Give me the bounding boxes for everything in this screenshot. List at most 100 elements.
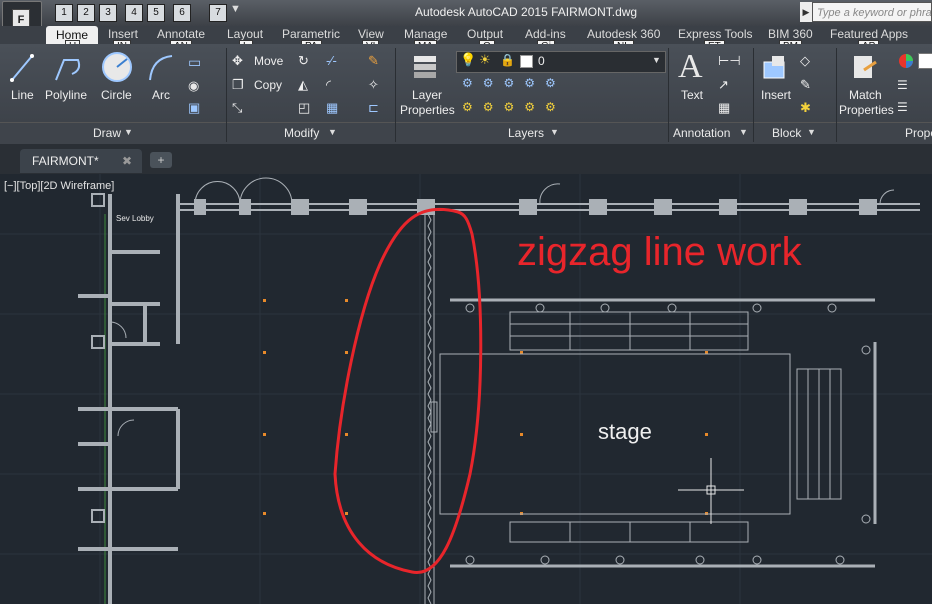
panel-separator xyxy=(836,48,837,142)
move-icon: ✥ xyxy=(232,53,243,68)
close-tab-icon[interactable]: ✖ xyxy=(122,149,132,173)
match-properties-label-2[interactable]: Properties xyxy=(839,103,894,117)
draw-panel-dropdown-icon[interactable]: ▼ xyxy=(124,127,133,137)
door-swing xyxy=(117,419,135,437)
stretch-icon[interactable]: ⤡ xyxy=(232,100,242,116)
line-button[interactable]: Line xyxy=(11,88,34,102)
sun-icon[interactable]: ☀ xyxy=(479,52,491,68)
modify-panel-label[interactable]: Modify xyxy=(284,126,319,140)
new-tab-button[interactable]: + xyxy=(150,152,172,168)
block-panel-label[interactable]: Block xyxy=(772,126,801,140)
annotation-text: zigzag line work xyxy=(517,230,802,274)
create-block-icon[interactable]: ◇ xyxy=(800,53,810,69)
layer-color-swatch[interactable] xyxy=(520,55,533,68)
tab-autodesk-360[interactable]: Autodesk 360 xyxy=(587,27,660,41)
block-panel-dropdown-icon[interactable]: ▼ xyxy=(807,127,816,137)
polyline-button[interactable]: Polyline xyxy=(45,88,87,102)
offset-icon[interactable]: ⊏ xyxy=(368,100,379,116)
edit-attributes-icon[interactable]: ✱ xyxy=(800,100,811,116)
tab-annotate[interactable]: Annotate xyxy=(157,27,205,41)
circle-button[interactable]: Circle xyxy=(101,88,132,102)
layer-properties-label-1[interactable]: Layer xyxy=(412,88,442,102)
fillet-icon[interactable]: ◜ xyxy=(326,77,331,93)
quick-access-dropdown-icon[interactable]: ▼ xyxy=(230,3,241,15)
dimension-icon[interactable]: ⊢⊣ xyxy=(718,53,741,69)
search-expand-icon[interactable]: ▶ xyxy=(800,2,812,22)
layer-tools-row-1-icon[interactable]: ⚙⚙⚙⚙⚙ xyxy=(462,76,566,90)
modify-panel-dropdown-icon[interactable]: ▼ xyxy=(328,127,337,137)
tab-featured-apps[interactable]: Featured Apps xyxy=(830,27,908,41)
quick-access-save-as[interactable]: 4 xyxy=(125,4,143,22)
left-walls xyxy=(78,193,180,604)
quick-access-open[interactable]: 2 xyxy=(77,4,95,22)
linetype-icon[interactable]: ☰ xyxy=(897,100,908,114)
layers-panel-label[interactable]: Layers xyxy=(508,126,544,140)
copy-button[interactable]: Copy xyxy=(254,78,282,92)
quick-access-save[interactable]: 3 xyxy=(99,4,117,22)
array-icon[interactable]: ▦ xyxy=(326,100,338,116)
partition-wall xyxy=(424,213,438,604)
tab-manage[interactable]: Manage xyxy=(404,27,447,41)
insert-button[interactable]: Insert xyxy=(761,88,791,102)
document-tab-fairmont[interactable]: FAIRMONT* ✖ xyxy=(20,149,142,173)
properties-panel-label[interactable]: Prope xyxy=(905,126,932,140)
lock-icon[interactable]: 🔒 xyxy=(500,53,515,67)
boundary-icon[interactable]: ▣ xyxy=(188,100,200,116)
bottom-equipment-row xyxy=(450,521,875,568)
layer-properties-icon xyxy=(414,56,436,78)
lightbulb-icon[interactable]: 💡 xyxy=(460,52,476,68)
edit-block-icon[interactable]: ✎ xyxy=(800,77,811,93)
layers-panel-dropdown-icon[interactable]: ▼ xyxy=(550,127,559,137)
rectangle-icon[interactable]: ▭ xyxy=(188,54,201,71)
annotation-panel-label[interactable]: Annotation xyxy=(673,126,730,140)
viewport-controls[interactable]: [−][Top][2D Wireframe] xyxy=(4,180,114,192)
lineweight-icon[interactable]: ☰ xyxy=(897,78,908,92)
layer-tools-row-2-icon[interactable]: ⚙⚙⚙⚙⚙ xyxy=(462,100,566,114)
tab-output[interactable]: Output xyxy=(467,27,503,41)
tab-view[interactable]: View xyxy=(358,27,384,41)
leader-icon[interactable]: ↗ xyxy=(718,77,729,93)
match-properties-label-1[interactable]: Match xyxy=(849,88,882,102)
stage-label: stage xyxy=(598,419,652,444)
color-wheel-icon[interactable] xyxy=(897,52,915,70)
room-label: Sev Lobby xyxy=(116,214,154,223)
draw-panel-label[interactable]: Draw xyxy=(93,126,121,140)
text-button[interactable]: Text xyxy=(681,88,703,102)
tab-parametric[interactable]: Parametric xyxy=(282,27,340,41)
annotation-panel-dropdown-icon[interactable]: ▼ xyxy=(739,127,748,137)
explode-icon[interactable]: ✧ xyxy=(368,77,379,93)
arc-button[interactable]: Arc xyxy=(152,88,170,102)
table-icon[interactable]: ▦ xyxy=(718,100,730,116)
copy-icon: ❐ xyxy=(232,77,244,92)
quick-access-new[interactable]: 1 xyxy=(55,4,73,22)
quick-access-undo[interactable]: 6 xyxy=(173,4,191,22)
color-dropdown[interactable] xyxy=(918,53,932,69)
scale-icon[interactable]: ◰ xyxy=(298,100,310,116)
right-equipment-column xyxy=(796,342,877,524)
tab-add-ins[interactable]: Add-ins xyxy=(525,27,566,41)
search-input[interactable]: Type a keyword or phrase xyxy=(812,2,932,22)
window-title: Autodesk AutoCAD 2015 FAIRMONT.dwg xyxy=(415,5,638,19)
tab-layout[interactable]: Layout xyxy=(227,27,263,41)
erase-icon[interactable]: ✎ xyxy=(368,53,379,69)
hatch-icon[interactable]: ◉ xyxy=(188,78,199,94)
tab-express-tools[interactable]: Express Tools xyxy=(678,27,752,41)
trim-icon[interactable]: -⁄- xyxy=(326,53,337,68)
mirror-icon[interactable]: ◭ xyxy=(298,77,308,93)
door-swing xyxy=(109,321,127,339)
rotate-icon[interactable]: ↻ xyxy=(298,53,309,69)
layer-dropdown-chevron-icon[interactable]: ▼ xyxy=(652,55,661,65)
current-layer-name: 0 xyxy=(538,54,545,68)
quick-access-plot[interactable]: 5 xyxy=(147,4,165,22)
layer-properties-label-2[interactable]: Properties xyxy=(400,103,455,117)
document-tab-label: FAIRMONT* xyxy=(32,154,99,168)
move-button[interactable]: Move xyxy=(254,54,283,68)
insert-block-icon xyxy=(763,56,785,79)
top-wall xyxy=(178,177,920,215)
arc-icon xyxy=(149,55,173,81)
tab-bim-360[interactable]: BIM 360 xyxy=(768,27,813,41)
tab-insert[interactable]: Insert xyxy=(108,27,138,41)
match-properties-icon xyxy=(854,56,877,78)
panel-separator xyxy=(395,48,396,142)
quick-access-redo[interactable]: 7 xyxy=(209,4,227,22)
